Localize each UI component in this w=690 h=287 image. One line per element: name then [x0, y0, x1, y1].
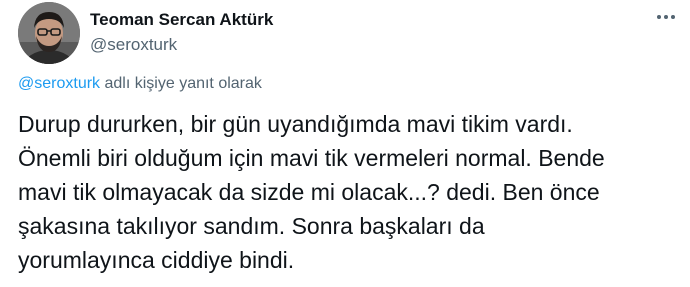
tweet-text: Durup dururken, bir gün uyandığımda mavi… — [18, 107, 678, 277]
more-horizontal-icon — [657, 15, 675, 19]
avatar-photo — [18, 2, 80, 64]
tweet-text-line: Durup dururken, bir gün uyandığımda mavi… — [18, 111, 573, 137]
tweet: Teoman Sercan Aktürk @seroxturk @seroxtu… — [0, 0, 690, 287]
reply-context: @seroxturk adlı kişiye yanıt olarak — [18, 75, 262, 93]
reply-context-label: adlı kişiye yanıt olarak — [100, 75, 262, 92]
author-display-name[interactable]: Teoman Sercan Aktürk — [90, 10, 273, 30]
reply-handle-link[interactable]: @seroxturk — [18, 75, 100, 92]
tweet-text-line: mavi tik olmayacak da sizde mi olacak...… — [18, 179, 600, 205]
tweet-text-line: yorumlayınca ciddiye bindi. — [18, 247, 295, 273]
tweet-text-line: Önemli biri olduğum için mavi tik vermel… — [18, 145, 605, 171]
more-options-button[interactable] — [648, 5, 684, 29]
avatar[interactable] — [18, 2, 80, 64]
author-handle[interactable]: @seroxturk — [90, 35, 177, 55]
tweet-text-line: şakasına takılıyor sandım. Sonra başkala… — [18, 213, 485, 239]
